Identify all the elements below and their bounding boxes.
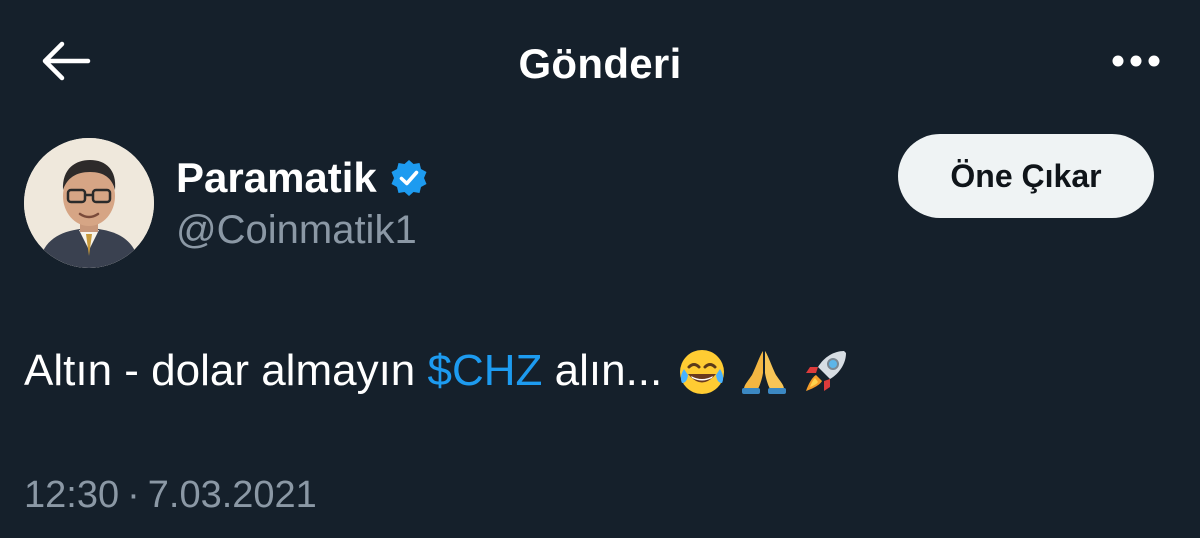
more-horizontal-icon [1112, 55, 1160, 67]
avatar[interactable] [24, 138, 154, 268]
rocket-emoji [806, 351, 847, 391]
post-timestamp: 12:30 · 7.03.2021 [24, 474, 317, 517]
profile-avatar [24, 138, 154, 268]
emoji-group [676, 345, 862, 397]
author-name-row: Paramatik [176, 150, 429, 206]
arrow-left-icon [42, 41, 91, 81]
tears-of-joy-emoji [680, 350, 725, 394]
verified-badge-icon[interactable] [389, 158, 429, 198]
author-handle[interactable]: @Coinmatik1 [176, 208, 417, 253]
highlight-button[interactable]: Öne Çıkar [898, 134, 1154, 218]
post-time[interactable]: 12:30 [24, 474, 119, 516]
tweet-text-before: Altın - dolar almayın [24, 346, 428, 395]
timestamp-separator: · [127, 474, 140, 516]
page-title: Gönderi [518, 40, 682, 87]
more-options-button[interactable] [1108, 46, 1164, 76]
top-bar: Gönderi [0, 0, 1200, 120]
post-date[interactable]: 7.03.2021 [148, 474, 317, 516]
cashtag-link[interactable]: $CHZ [428, 346, 543, 396]
post-detail-screen: Gönderi Paramatik @Coinmatik1 Öne Çıkar … [0, 0, 1200, 538]
folded-hands-emoji [742, 351, 787, 394]
tweet-text-after: alın... [542, 346, 663, 395]
back-button[interactable] [36, 36, 96, 86]
author-display-name[interactable]: Paramatik [176, 154, 377, 202]
tweet-text: Altın - dolar almayın $CHZ alın... [24, 336, 862, 406]
